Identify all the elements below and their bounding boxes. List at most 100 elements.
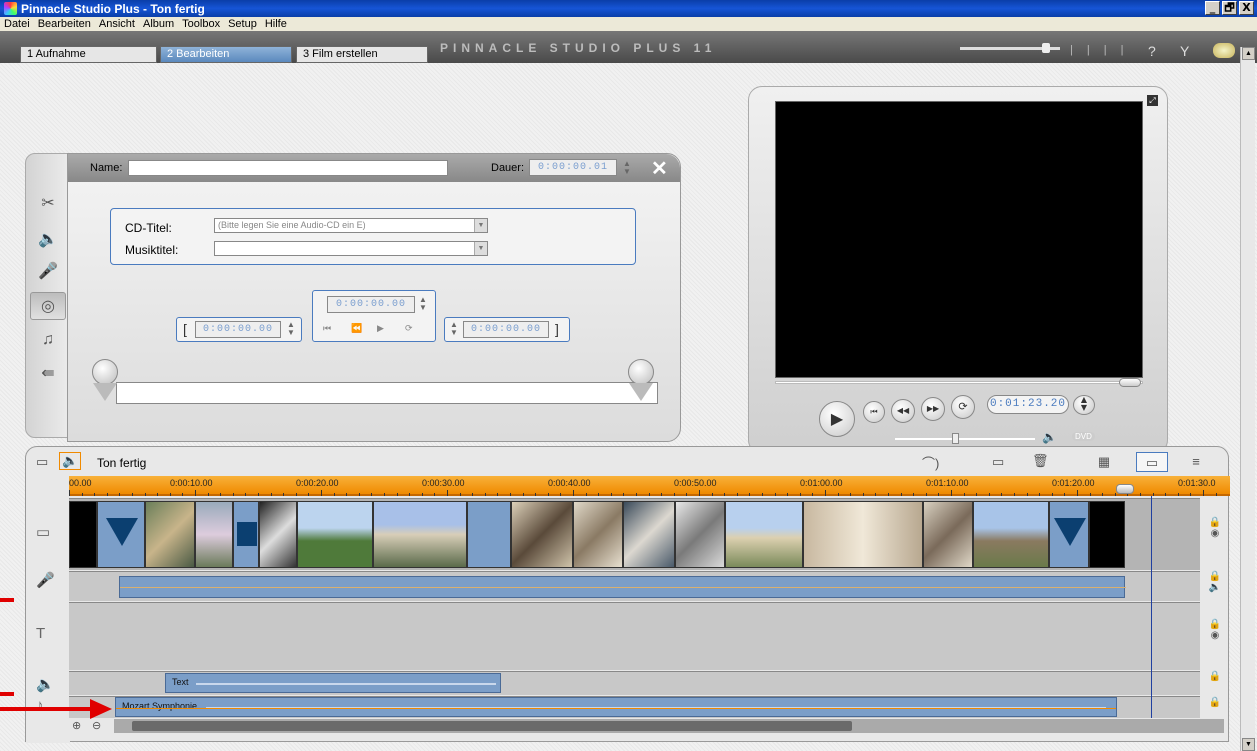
video-clip[interactable] [675, 501, 725, 568]
go-to-start-button[interactable]: ⏮ [863, 401, 885, 423]
top-slider-knob[interactable] [1042, 43, 1050, 53]
timeline-view-button[interactable]: ▭ [1136, 452, 1168, 472]
video-clip[interactable] [467, 501, 511, 568]
music-clip[interactable]: Mozart Symphonie [115, 697, 1117, 717]
zoom-in-icon[interactable]: ⊕ [72, 719, 81, 732]
volume-knob[interactable] [952, 433, 960, 444]
chevron-down-icon[interactable]: ▼ [474, 219, 487, 232]
title-track-icon[interactable]: T [36, 625, 45, 642]
music-track[interactable]: Mozart Symphonie [69, 696, 1200, 718]
original-audio-track[interactable] [69, 571, 1200, 601]
menu-datei[interactable]: Datei [0, 18, 34, 30]
name-input[interactable] [128, 160, 448, 176]
video-track[interactable] [69, 498, 1200, 570]
in-point-stepper[interactable]: ▲ ▼ [285, 321, 297, 337]
position-stepper[interactable]: ▲ ▼ [417, 296, 429, 312]
transition-clip[interactable] [97, 501, 145, 568]
seek-bar[interactable] [775, 381, 1143, 384]
rewind-start-icon[interactable]: ⏮ [323, 323, 331, 334]
video-clip[interactable] [195, 501, 233, 568]
fast-forward-button[interactable]: ▶▶ [921, 397, 945, 421]
video-clip[interactable] [973, 501, 1049, 568]
rewind-button[interactable]: ◀◀ [891, 399, 915, 423]
music-icon[interactable]: ♫ [30, 326, 66, 354]
video-clip[interactable] [923, 501, 973, 568]
music-track-icon[interactable]: ♪ [36, 697, 44, 714]
volume-line[interactable] [116, 708, 1116, 709]
tab-film-erstellen[interactable]: 3 Film erstellen [296, 46, 428, 63]
menu-setup[interactable]: Setup [224, 18, 261, 30]
video-clip[interactable] [803, 501, 923, 568]
window-scrollbar[interactable]: ▲ ▼ [1240, 47, 1255, 751]
dauer-input[interactable]: 0:00:00.01 [529, 159, 617, 176]
audio-track-lock-icon[interactable]: 🔒 🔈 [1202, 571, 1228, 593]
scrollbar-thumb[interactable] [132, 721, 852, 731]
fullscreen-icon[interactable]: ⤢ [1147, 95, 1158, 106]
transition-clip[interactable] [1049, 501, 1089, 568]
in-point-timecode[interactable]: 0:00:00.00 [195, 321, 281, 338]
text-view-button[interactable]: ≡ [1180, 452, 1212, 472]
time-ruler[interactable]: 00.00 0:00:10.00 0:00:20.00 0:00:30.00 0:00:… [69, 476, 1230, 496]
step-back-icon[interactable]: ⏪ [351, 323, 362, 334]
title-track-lock-icon[interactable]: 🔒 ◉ [1202, 619, 1228, 641]
video-clip[interactable] [259, 501, 297, 568]
play-button[interactable]: ▶ [819, 401, 855, 437]
volume-slider[interactable] [895, 438, 1035, 440]
trim-scrubber-track[interactable] [116, 382, 658, 404]
zoom-out-icon[interactable]: ⊖ [92, 719, 101, 732]
play-icon[interactable]: ▶ [377, 323, 384, 334]
original-audio-icon[interactable]: 🎤 [36, 571, 55, 589]
video-clip[interactable] [69, 501, 97, 568]
menu-hilfe[interactable]: Hilfe [261, 18, 291, 30]
minimize-button[interactable]: _ [1205, 1, 1220, 15]
plugin-icon[interactable]: ⇚ [30, 360, 66, 388]
timeline-scrollbar[interactable] [114, 719, 1224, 733]
scroll-down-icon[interactable]: ▼ [1242, 738, 1255, 751]
mixer-icon[interactable]: ✂ [30, 190, 66, 218]
playhead-line[interactable] [1151, 496, 1152, 718]
trim-out-handle[interactable] [628, 359, 654, 405]
cd-title-select[interactable]: (Bitte legen Sie eine Audio-CD ein E) ▼ [214, 218, 488, 233]
dvd-icon[interactable]: DVD [1072, 432, 1095, 441]
voiceover-icon[interactable]: 🎤 [30, 258, 66, 286]
player-timecode[interactable]: 0:01:23.20 [987, 395, 1069, 414]
audio-icon[interactable]: 🔈 [59, 452, 82, 470]
tab-aufnahme[interactable]: 1 Aufnahme [20, 46, 157, 63]
music-title-select[interactable]: ▼ [214, 241, 488, 256]
video-clip[interactable] [511, 501, 573, 568]
scrubbing-audio-icon[interactable]: ⌒) [922, 453, 939, 472]
help-icon[interactable]: ? [1148, 43, 1156, 59]
video-clip[interactable] [573, 501, 623, 568]
transition-clip[interactable] [233, 501, 259, 568]
title-track[interactable] [69, 602, 1200, 670]
chevron-down-icon[interactable]: ▼ [474, 242, 487, 255]
video-clip[interactable] [623, 501, 675, 568]
scene-view-button[interactable]: ▦ [1088, 452, 1120, 472]
menu-album[interactable]: Album [139, 18, 178, 30]
position-timecode[interactable]: 0:00:00.00 [327, 296, 415, 313]
close-button[interactable]: X [1239, 1, 1254, 15]
video-clip[interactable] [297, 501, 373, 568]
camera-icon[interactable]: ▭ [36, 454, 48, 470]
restore-button[interactable]: 🗗 [1222, 1, 1237, 15]
volume-line[interactable] [120, 587, 1126, 588]
dauer-stepper[interactable]: ▲ ▼ [621, 160, 633, 176]
video-clip[interactable] [373, 501, 467, 568]
video-track-icon[interactable]: ▭ [36, 523, 50, 541]
speaker-icon[interactable]: 🔈 [30, 226, 66, 254]
tab-bearbeiten[interactable]: 2 Bearbeiten [160, 46, 292, 63]
loop-button[interactable]: ⟳ [951, 395, 975, 419]
video-clip[interactable] [145, 501, 195, 568]
razor-icon[interactable]: ▭ [992, 454, 1004, 470]
effects-track-lock-icon[interactable]: 🔒 [1202, 671, 1228, 682]
out-point-stepper[interactable]: ▲ ▼ [448, 321, 460, 337]
playhead-knob[interactable] [1116, 484, 1134, 494]
text-audio-clip[interactable]: Text [165, 673, 501, 693]
cd-audio-icon[interactable]: ◎ [30, 292, 66, 320]
close-icon[interactable]: ✕ [651, 156, 668, 181]
out-point-timecode[interactable]: 0:00:00.00 [463, 321, 549, 338]
menu-ansicht[interactable]: Ansicht [95, 18, 139, 30]
funnel-icon[interactable]: Y [1180, 43, 1189, 59]
music-track-lock-icon[interactable]: 🔒 [1202, 697, 1228, 708]
scroll-up-icon[interactable]: ▲ [1242, 47, 1255, 60]
